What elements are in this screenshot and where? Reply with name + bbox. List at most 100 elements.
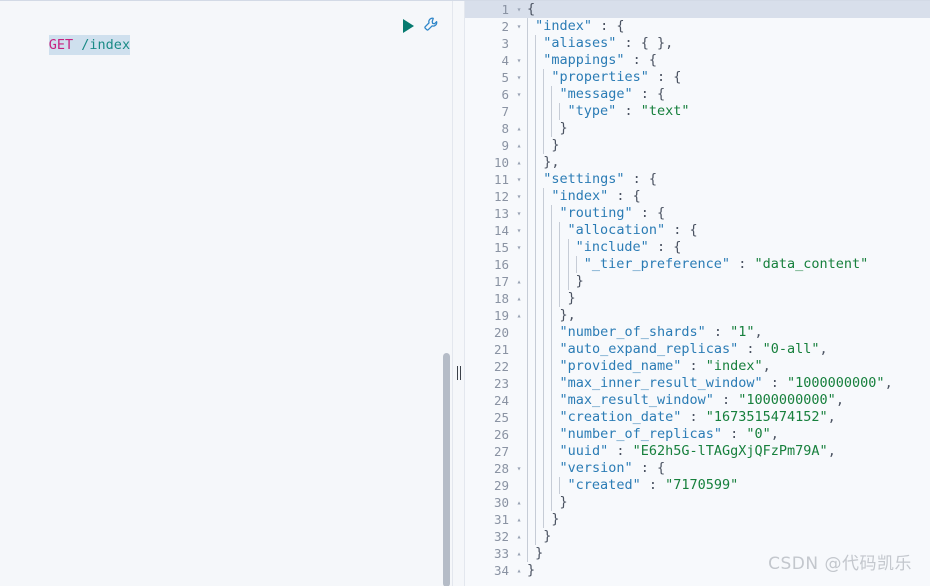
code-text: { [527,1,536,17]
code-text: "number_of_shards" : "1", [525,324,930,341]
fold-down-icon[interactable]: ▾ [513,188,525,205]
line-number: 30 [493,495,509,510]
code-text: "auto_expand_replicas" : "0-all", [525,341,930,358]
play-icon[interactable] [403,19,414,33]
code-line[interactable]: 29 "created" : "7170599" [465,477,930,494]
code-text: "aliases" : { }, [525,35,930,52]
code-line[interactable]: 3 "aliases" : { }, [465,35,930,52]
code-line[interactable]: 24 "max_result_window" : "1000000000", [465,392,930,409]
code-line[interactable]: 16 "_tier_preference" : "data_content" [465,256,930,273]
code-line[interactable]: 14 ▾ "allocation" : { [465,222,930,239]
code-text: "properties" : { [525,69,930,86]
code-line[interactable]: 6 ▾ "message" : { [465,86,930,103]
fold-up-icon[interactable]: ▴ [513,290,525,307]
code-text: "created" : "7170599" [525,477,930,494]
code-text: "index" : { [525,18,930,35]
line-number: 15 [493,240,509,255]
line-number: 34 [493,563,509,578]
code-line[interactable]: 9 ▴} [465,137,930,154]
code-text: "mappings" : { [525,52,930,69]
code-line[interactable]: 25 "creation_date" : "1673515474152", [465,409,930,426]
wrench-icon[interactable] [423,16,440,37]
code-line[interactable]: 33 ▴} [465,545,930,562]
request-line[interactable]: GET /index [0,15,452,55]
line-number: 24 [493,393,509,408]
fold-up-icon[interactable]: ▴ [513,307,525,324]
fold-down-icon[interactable]: ▾ [513,171,525,188]
code-text: } [525,494,930,511]
code-line[interactable]: 27 "uuid" : "E62h5G-lTAGgXjQFzPm79A", [465,443,930,460]
code-text: "routing" : { [525,205,930,222]
code-line[interactable]: 28 ▾ "version" : { [465,460,930,477]
fold-down-icon[interactable]: ▾ [513,52,525,69]
code-line[interactable]: 13 ▾ "routing" : { [465,205,930,222]
code-line[interactable]: 1 ▾{ [465,1,930,18]
code-line[interactable]: 18 ▴} [465,290,930,307]
line-number: 12 [493,189,509,204]
code-text: "max_result_window" : "1000000000", [525,392,930,409]
code-text: "uuid" : "E62h5G-lTAGgXjQFzPm79A", [525,443,930,460]
line-number: 19 [493,308,509,323]
code-line[interactable]: 10 ▴}, [465,154,930,171]
line-number: 23 [493,376,509,391]
fold-up-icon[interactable]: ▴ [513,137,525,154]
code-text: } [527,562,536,578]
fold-up-icon[interactable]: ▴ [513,494,525,511]
fold-down-icon[interactable]: ▾ [513,222,525,239]
code-line[interactable]: 17 ▴} [465,273,930,290]
code-text: } [525,545,930,562]
code-text: "type" : "text" [525,103,930,120]
code-line[interactable]: 11 ▾ "settings" : { [465,171,930,188]
code-line[interactable]: 8 ▴} [465,120,930,137]
fold-up-icon[interactable]: ▴ [513,273,525,290]
code-line[interactable]: 12 ▾ "index" : { [465,188,930,205]
line-number: 16 [493,257,509,272]
fold-down-icon[interactable]: ▾ [513,69,525,86]
code-line[interactable]: 5 ▾ "properties" : { [465,69,930,86]
response-viewer-pane[interactable]: 1 ▾{2 ▾ "index" : {3 "aliases" : { }, 4 ▾ "mapp… [465,1,930,586]
fold-down-icon[interactable]: ▾ [513,460,525,477]
editor-vertical-scrollbar[interactable] [443,353,450,586]
console-window: GET /index 1 ▾{2 ▾ "index" : {3 "aliases" : … [0,0,930,586]
code-text: "version" : { [525,460,930,477]
code-text: "provided_name" : "index", [525,358,930,375]
code-line[interactable]: 19 ▴}, [465,307,930,324]
fold-up-icon[interactable]: ▴ [513,545,525,562]
request-text-selection[interactable]: GET /index [48,35,131,55]
line-number: 4 [501,53,509,68]
line-number: 1 [501,2,509,17]
code-text: "number_of_replicas" : "0", [525,426,930,443]
line-number: 29 [493,478,509,493]
fold-up-icon[interactable]: ▴ [513,511,525,528]
request-path: /index [73,37,131,53]
line-number: 8 [501,121,509,136]
fold-down-icon[interactable]: ▾ [513,1,525,18]
code-line[interactable]: 22 "provided_name" : "index", [465,358,930,375]
code-line[interactable]: 2 ▾ "index" : { [465,18,930,35]
fold-down-icon[interactable]: ▾ [513,18,525,35]
code-text: } [525,290,930,307]
fold-up-icon[interactable]: ▴ [513,120,525,137]
code-line[interactable]: 23 "max_inner_result_window" : "100000000… [465,375,930,392]
code-text: } [525,528,930,545]
code-line[interactable]: 32 ▴} [465,528,930,545]
code-line[interactable]: 20 "number_of_shards" : "1", [465,324,930,341]
fold-down-icon[interactable]: ▾ [513,239,525,256]
pane-splitter[interactable] [452,1,465,586]
code-line[interactable]: 26 "number_of_replicas" : "0", [465,426,930,443]
code-line[interactable]: 15 ▾ "include" : { [465,239,930,256]
code-line[interactable]: 34 ▴} [465,562,930,579]
fold-down-icon[interactable]: ▾ [513,205,525,222]
fold-up-icon[interactable]: ▴ [513,154,525,171]
code-line[interactable]: 31 ▴} [465,511,930,528]
fold-up-icon[interactable]: ▴ [513,562,525,579]
line-number: 27 [493,444,509,459]
fold-up-icon[interactable]: ▴ [513,528,525,545]
code-line[interactable]: 4 ▾ "mappings" : { [465,52,930,69]
code-text: }, [525,307,930,324]
code-line[interactable]: 30 ▴} [465,494,930,511]
code-line[interactable]: 21 "auto_expand_replicas" : "0-all", [465,341,930,358]
code-line[interactable]: 7 "type" : "text" [465,103,930,120]
fold-down-icon[interactable]: ▾ [513,86,525,103]
request-editor-pane[interactable]: GET /index [0,1,452,586]
